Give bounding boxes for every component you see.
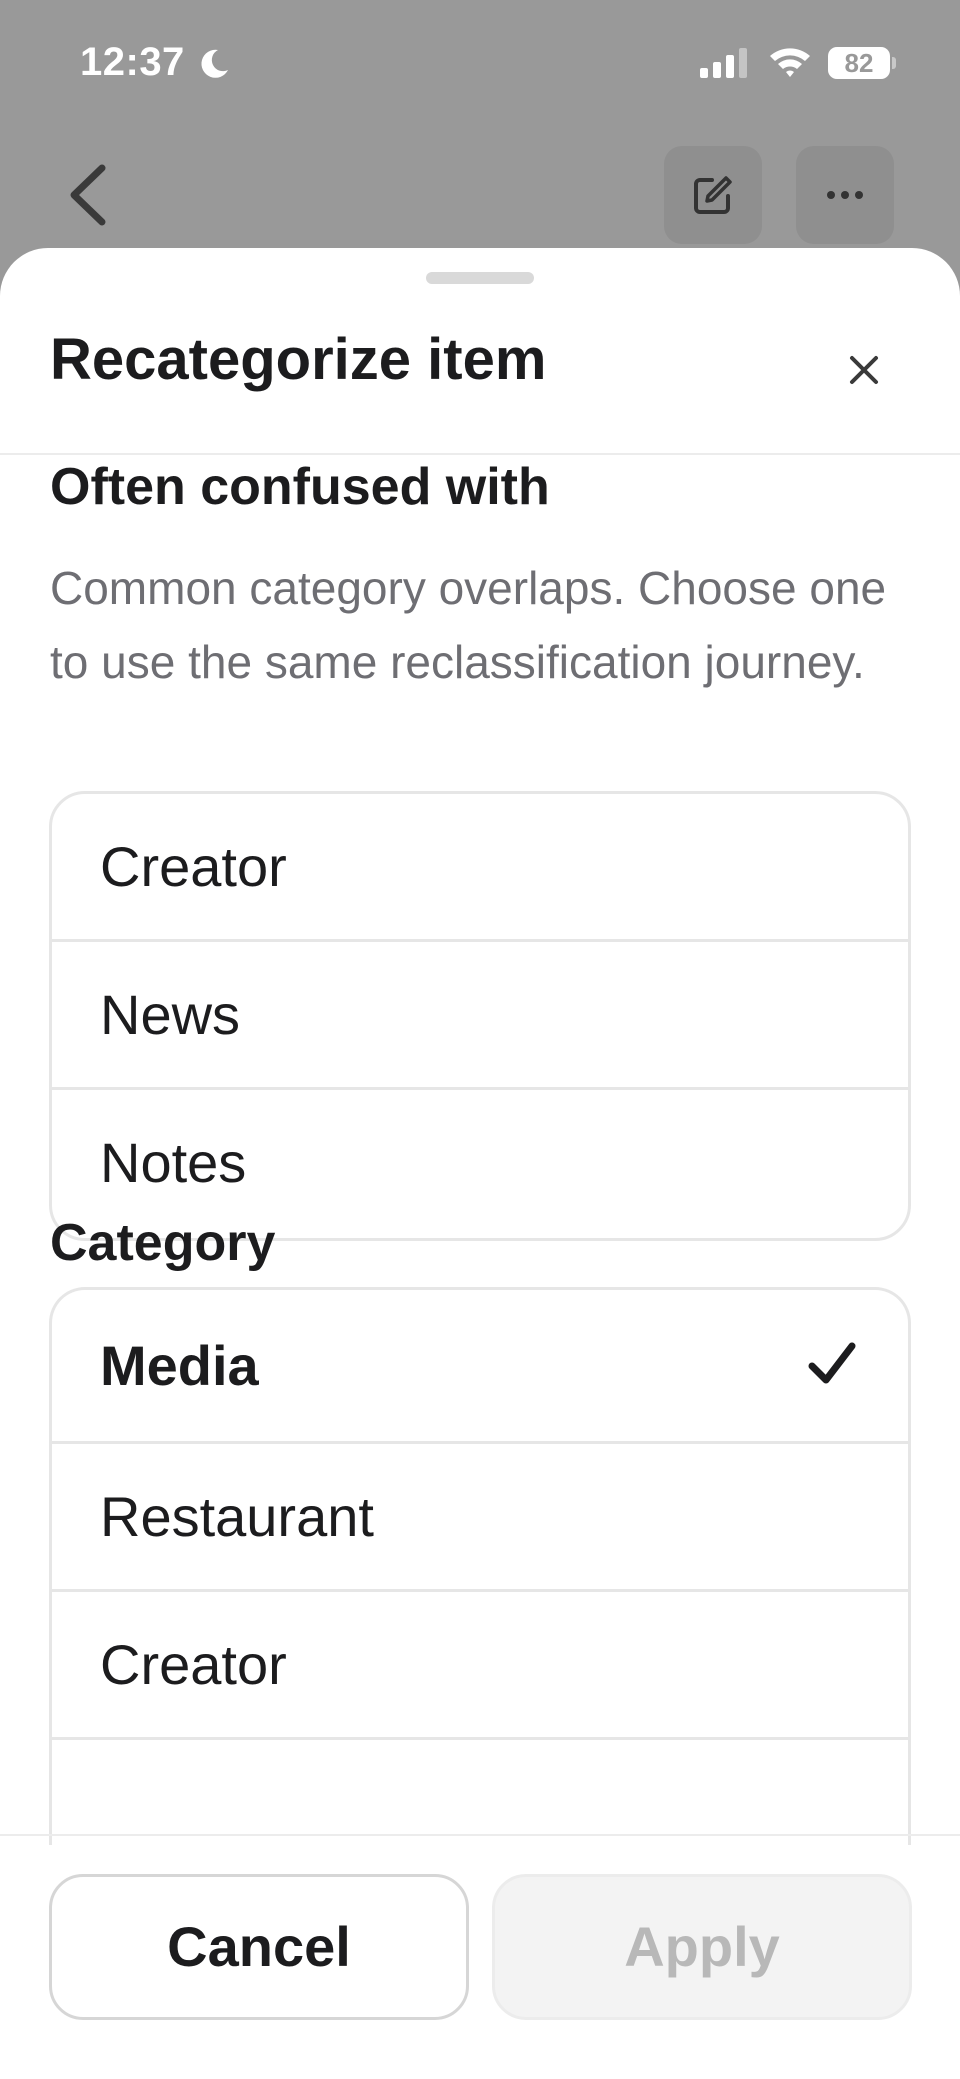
category-option-next[interactable] xyxy=(52,1740,908,1845)
often-confused-description: Common category overlaps. Choose one to … xyxy=(50,562,887,688)
close-icon[interactable] xyxy=(838,344,890,396)
sheet-grabber[interactable] xyxy=(426,272,534,284)
moon-icon xyxy=(201,49,228,78)
sheet-scroll-area[interactable]: Often confused with Common category over… xyxy=(0,455,960,1845)
status-bar: 12:37 82 xyxy=(0,0,960,120)
option-label: Creator xyxy=(100,835,287,898)
often-confused-title: Often confused with xyxy=(50,458,550,516)
ellipsis-icon xyxy=(827,191,863,199)
option-label: Creator xyxy=(100,1633,287,1696)
often-confused-option-creator[interactable]: Creator xyxy=(52,794,908,942)
cancel-button[interactable]: Cancel xyxy=(49,1874,469,2020)
option-label: News xyxy=(100,983,241,1046)
category-list: Media Restaurant Creator xyxy=(49,1287,911,1845)
edit-icon xyxy=(694,176,732,214)
back-chevron-icon[interactable] xyxy=(60,160,120,230)
option-label: Restaurant xyxy=(100,1485,374,1548)
category-title: Category xyxy=(50,1214,276,1272)
edit-button[interactable] xyxy=(664,146,762,244)
category-option-media[interactable]: Media xyxy=(52,1290,908,1444)
checkmark-icon xyxy=(808,1342,856,1384)
status-time: 12:37 xyxy=(80,40,185,84)
footer-divider xyxy=(0,1834,960,1836)
category-option-creator[interactable]: Creator xyxy=(52,1592,908,1740)
more-options-button[interactable] xyxy=(796,146,894,244)
recategorize-sheet: Recategorize item Often confused with Co… xyxy=(0,248,960,2079)
battery-indicator: 82 xyxy=(828,47,896,79)
cellular-signal-icon xyxy=(700,48,747,78)
often-confused-option-news[interactable]: News xyxy=(52,942,908,1090)
wifi-icon xyxy=(770,48,810,77)
sheet-title: Recategorize item xyxy=(50,327,547,392)
option-label: Media xyxy=(100,1334,259,1397)
apply-button[interactable]: Apply xyxy=(492,1874,912,2020)
often-confused-list: Creator News Notes xyxy=(49,791,911,1241)
battery-level: 82 xyxy=(844,48,874,78)
category-option-restaurant[interactable]: Restaurant xyxy=(52,1444,908,1592)
